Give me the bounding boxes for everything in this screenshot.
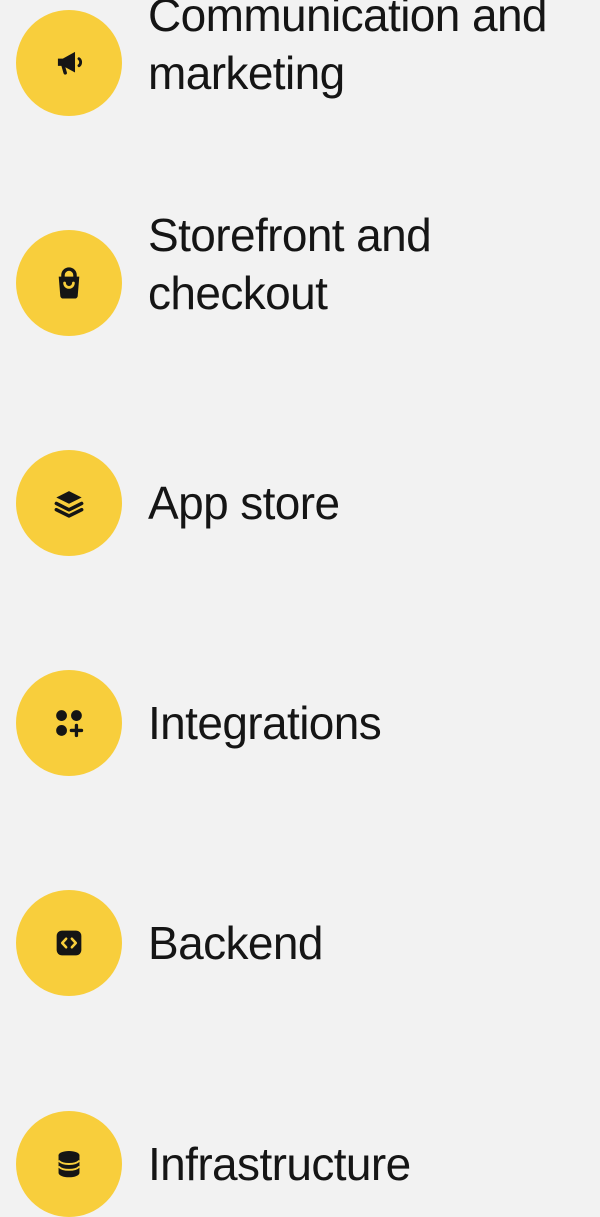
- feature-item-integrations[interactable]: Integrations: [16, 670, 600, 776]
- feature-item-storefront-checkout[interactable]: Storefront and checkout: [16, 209, 600, 336]
- feature-icon-circle: [16, 450, 122, 556]
- feature-label: Communication and marketing: [148, 0, 600, 102]
- feature-item-backend[interactable]: Backend: [16, 890, 600, 996]
- feature-icon-circle: [16, 10, 122, 116]
- feature-list: Communication and marketing Storefront a…: [0, 0, 600, 1217]
- apps-plus-icon: [56, 710, 84, 738]
- feature-label-line-2: marketing: [148, 47, 345, 99]
- feature-icon-circle: [16, 230, 122, 336]
- feature-label-line-1: Storefront and: [148, 209, 432, 261]
- feature-icon-circle: [16, 670, 122, 776]
- feature-label: Backend: [148, 917, 323, 969]
- feature-item-communication-marketing[interactable]: Communication and marketing: [16, 0, 600, 116]
- feature-label: Integrations: [148, 697, 382, 749]
- feature-icon-circle: [16, 1111, 122, 1217]
- megaphone-icon: [57, 51, 83, 75]
- feature-label: App store: [148, 477, 340, 529]
- feature-item-infrastructure[interactable]: Infrastructure: [16, 1111, 600, 1217]
- layers-icon: [54, 491, 84, 518]
- feature-label-line-2: checkout: [148, 267, 328, 319]
- feature-icon-circle: [16, 890, 122, 996]
- feature-label: Infrastructure: [148, 1138, 411, 1190]
- shopping-bag-icon: [58, 267, 80, 299]
- feature-item-app-store[interactable]: App store: [16, 450, 600, 556]
- database-icon: [58, 1151, 80, 1178]
- feature-label: Storefront and checkout: [148, 206, 600, 322]
- code-window-icon: [56, 930, 82, 956]
- feature-label-line-1: Communication and: [148, 0, 548, 41]
